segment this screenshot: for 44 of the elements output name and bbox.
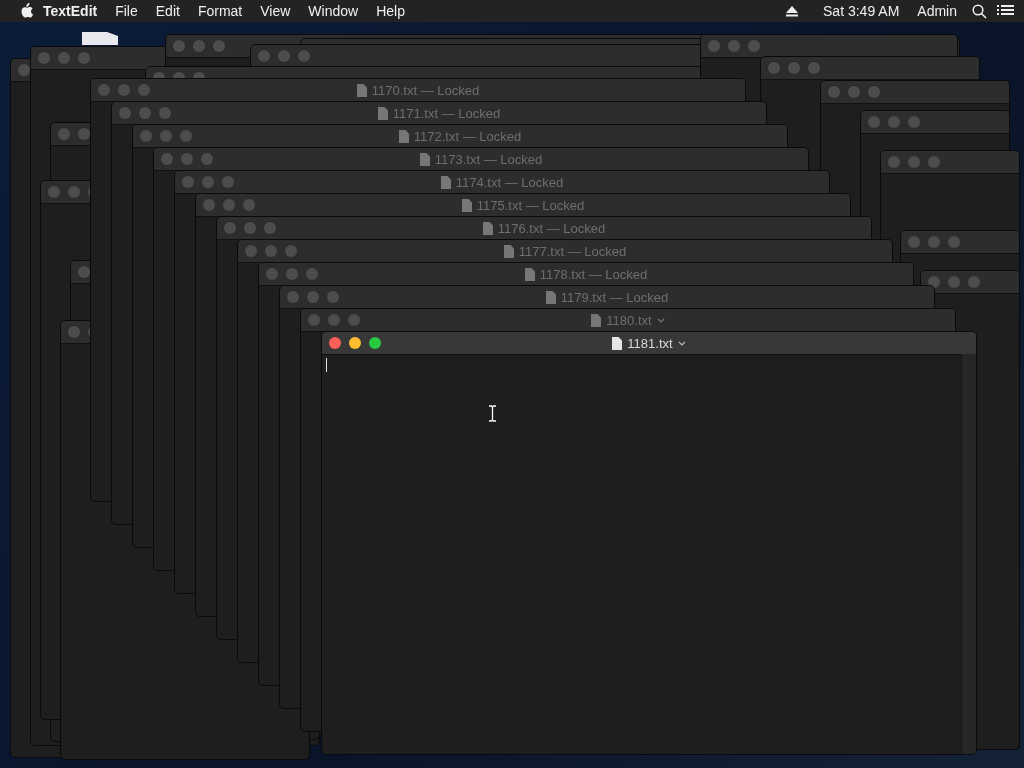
text-cursor-icon <box>488 405 497 422</box>
chevron-icon[interactable] <box>656 317 665 323</box>
menu-item[interactable]: File <box>106 3 147 19</box>
scrollbar-track[interactable] <box>961 354 976 754</box>
window-title[interactable]: 1180.txt <box>606 312 652 328</box>
window-title[interactable]: 1176.txt — Locked <box>497 220 606 236</box>
document-icon <box>356 83 367 97</box>
document-icon <box>461 198 472 212</box>
menu-item[interactable]: Format <box>188 3 252 19</box>
window-title[interactable]: 1170.txt — Locked <box>371 82 480 98</box>
menu-clock[interactable]: Sat 3:49 AM <box>814 3 909 19</box>
document-icon <box>524 267 535 281</box>
menu-item[interactable]: Edit <box>146 3 189 19</box>
list-icon[interactable] <box>997 5 1014 17</box>
document-icon <box>612 336 623 350</box>
document-icon <box>591 313 602 327</box>
eject-icon[interactable] <box>786 5 799 17</box>
menu-item[interactable]: View <box>251 3 300 19</box>
menu-item[interactable]: Window <box>299 3 368 19</box>
window-title[interactable]: 1173.txt — Locked <box>434 151 543 167</box>
document-icon[interactable] <box>82 32 118 45</box>
app-menu[interactable]: TextEdit <box>34 3 107 19</box>
document-icon <box>440 175 451 189</box>
window-title[interactable]: 1172.txt — Locked <box>413 128 522 144</box>
window-title[interactable]: 1175.txt — Locked <box>476 197 585 213</box>
document-icon <box>503 244 514 258</box>
apple-logo-icon[interactable] <box>20 3 34 19</box>
chevron-icon[interactable] <box>677 340 686 346</box>
window-title[interactable]: 1181.txt <box>627 335 673 351</box>
text-caret <box>326 358 327 372</box>
window-title[interactable]: 1171.txt — Locked <box>392 105 501 121</box>
document-icon <box>398 129 409 143</box>
window-title[interactable]: 1178.txt — Locked <box>539 266 648 282</box>
document-icon <box>482 221 493 235</box>
user-menu[interactable]: Admin <box>908 3 966 19</box>
menu-item[interactable]: Help <box>367 3 414 19</box>
window-title[interactable]: 1179.txt — Locked <box>560 289 669 305</box>
window-title[interactable]: 1174.txt — Locked <box>455 174 564 190</box>
window-title[interactable]: 1177.txt — Locked <box>518 243 627 259</box>
document-icon <box>545 290 556 304</box>
window-controls-icon[interactable] <box>329 337 381 349</box>
search-icon[interactable] <box>972 3 987 19</box>
document-icon <box>419 152 430 166</box>
document-icon <box>377 106 388 120</box>
